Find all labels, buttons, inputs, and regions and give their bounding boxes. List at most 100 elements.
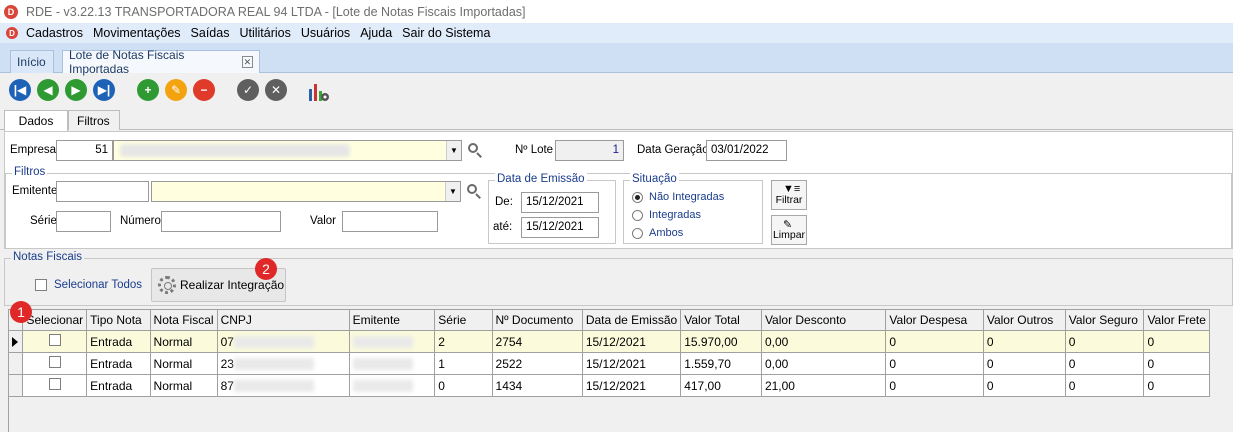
first-icon[interactable]: |◀ <box>9 79 31 101</box>
col-selecionar[interactable]: Selecionar <box>22 309 88 331</box>
cell-emitente <box>348 374 436 397</box>
menu-bar: D Cadastros Movimentações Saídas Utilitá… <box>0 23 1233 43</box>
menu-usuarios[interactable]: Usuários <box>301 26 350 40</box>
tab-inicio-label: Início <box>17 55 46 69</box>
situacao-group-title: Situação <box>630 173 679 185</box>
serie-field[interactable] <box>56 211 111 232</box>
cnpj-redacted <box>233 358 314 371</box>
menu-utilitarios[interactable]: Utilitários <box>239 26 290 40</box>
col-valor-total[interactable]: Valor Total <box>680 309 762 331</box>
table-row[interactable]: Entrada Normal 87 0 1434 15/12/2021 417,… <box>7 374 1210 397</box>
row-select-checkbox[interactable] <box>22 330 88 353</box>
radio-nao-integradas[interactable]: Não Integradas <box>632 191 724 203</box>
add-icon[interactable]: + <box>137 79 159 101</box>
previous-icon[interactable]: ◀ <box>37 79 59 101</box>
nlote-label: Nº Lote <box>515 144 554 156</box>
cell-nota: Normal <box>149 330 218 353</box>
menu-sair[interactable]: Sair do Sistema <box>402 26 490 40</box>
menu-ajuda[interactable]: Ajuda <box>360 26 392 40</box>
search-icon[interactable] <box>467 142 483 158</box>
edit-icon[interactable]: ✎ <box>165 79 187 101</box>
cell-seguro: 0 <box>1064 352 1145 375</box>
last-icon[interactable]: ▶| <box>93 79 115 101</box>
selecionar-todos-checkbox[interactable]: Selecionar Todos <box>35 279 142 291</box>
col-valor-seguro[interactable]: Valor Seguro <box>1064 309 1145 331</box>
col-valor-desconto[interactable]: Valor Desconto <box>760 309 887 331</box>
row-indicator <box>7 374 24 397</box>
col-emitente[interactable]: Emitente <box>348 309 436 331</box>
next-icon[interactable]: ▶ <box>65 79 87 101</box>
limpar-button[interactable]: ✎ Limpar <box>771 215 807 245</box>
row-indicator <box>7 352 24 375</box>
empresa-label: Empresa <box>10 144 57 156</box>
tab-dados[interactable]: Dados <box>4 110 68 131</box>
menu-saidas[interactable]: Saídas <box>191 26 230 40</box>
table-row[interactable]: Entrada Normal 07 2 2754 15/12/2021 15.9… <box>7 330 1210 353</box>
cell-emissao: 15/12/2021 <box>581 352 682 375</box>
emitente-combo[interactable]: ▼ <box>151 181 461 202</box>
table-row[interactable]: Entrada Normal 23 1 2522 15/12/2021 1.55… <box>7 352 1210 375</box>
cell-seguro: 0 <box>1064 374 1145 397</box>
report-chart-icon[interactable] <box>308 80 330 102</box>
cell-nota: Normal <box>149 352 218 375</box>
close-icon[interactable]: ✕ <box>241 56 253 68</box>
cell-nota: Normal <box>149 374 218 397</box>
radio-integradas[interactable]: Integradas <box>632 209 701 221</box>
col-cnpj[interactable]: CNPJ <box>216 309 350 331</box>
valor-field[interactable] <box>342 211 438 232</box>
chevron-down-icon[interactable]: ▼ <box>446 141 461 160</box>
data-panel: Empresa 51 ▼ Nº Lote 1 Data Geração 03/0… <box>4 131 1233 249</box>
data-de-field[interactable]: 15/12/2021 <box>521 192 599 213</box>
menu-cadastros[interactable]: Cadastros <box>26 26 83 40</box>
annotation-marker-1: 1 <box>10 301 32 323</box>
emitente-redacted <box>352 358 413 371</box>
col-tipo-nota[interactable]: Tipo Nota <box>86 309 151 331</box>
annotation-marker-2: 2 <box>255 258 277 280</box>
col-serie[interactable]: Série <box>434 309 493 331</box>
tab-inicio[interactable]: Início <box>10 50 54 73</box>
cell-tipo: Entrada <box>86 352 151 375</box>
cell-documento: 2754 <box>491 330 583 353</box>
delete-icon[interactable]: − <box>193 79 215 101</box>
broom-icon: ✎ <box>783 219 793 231</box>
col-valor-frete[interactable]: Valor Frete <box>1143 309 1210 331</box>
rde-menu-icon[interactable]: D <box>6 27 18 39</box>
col-valor-despesa[interactable]: Valor Despesa <box>885 309 984 331</box>
empresa-code-field[interactable]: 51 <box>56 140 113 161</box>
tab-lote[interactable]: Lote de Notas Fiscais Importadas ✕ <box>62 48 260 76</box>
row-select-checkbox[interactable] <box>22 374 88 397</box>
col-valor-outros[interactable]: Valor Outros <box>982 309 1066 331</box>
col-emissao[interactable]: Data de Emissão <box>581 309 682 331</box>
cell-cnpj: 87 <box>216 374 350 397</box>
numero-label: Número <box>120 215 161 227</box>
emitente-redacted <box>352 380 413 393</box>
chevron-down-icon[interactable]: ▼ <box>445 182 460 201</box>
cell-frete: 0 <box>1143 374 1210 397</box>
cell-documento: 1434 <box>491 374 583 397</box>
emitente-code-field[interactable] <box>56 181 149 202</box>
notas-grid: Selecionar Tipo Nota Nota Fiscal CNPJ Em… <box>7 309 1210 397</box>
data-ate-field[interactable]: 15/12/2021 <box>521 217 599 238</box>
empresa-name-redacted <box>120 144 350 157</box>
confirm-icon[interactable]: ✓ <box>237 79 259 101</box>
filtros-group-title: Filtros <box>12 166 48 178</box>
tab-filtros[interactable]: Filtros <box>68 110 120 130</box>
cell-total: 1.559,70 <box>680 352 762 375</box>
col-nota-fiscal[interactable]: Nota Fiscal <box>149 309 218 331</box>
row-select-checkbox[interactable] <box>22 352 88 375</box>
search-icon[interactable] <box>466 183 482 199</box>
menu-movimentacoes[interactable]: Movimentações <box>93 26 181 40</box>
empresa-combo[interactable]: ▼ <box>113 140 462 161</box>
numero-field[interactable] <box>161 211 281 232</box>
col-documento[interactable]: Nº Documento <box>491 309 583 331</box>
emitente-label: Emitente <box>12 185 58 197</box>
data-geracao-field[interactable]: 03/01/2022 <box>706 140 787 161</box>
cell-outros: 0 <box>982 352 1066 375</box>
document-tabs: Início Lote de Notas Fiscais Importadas … <box>0 43 1233 76</box>
radio-ambos[interactable]: Ambos <box>632 227 683 239</box>
cell-emissao: 15/12/2021 <box>581 330 682 353</box>
cell-emitente <box>348 330 436 353</box>
cell-total: 417,00 <box>680 374 762 397</box>
filtrar-button[interactable]: ▼≡ Filtrar <box>771 180 807 210</box>
cancel-icon[interactable]: ✕ <box>265 79 287 101</box>
